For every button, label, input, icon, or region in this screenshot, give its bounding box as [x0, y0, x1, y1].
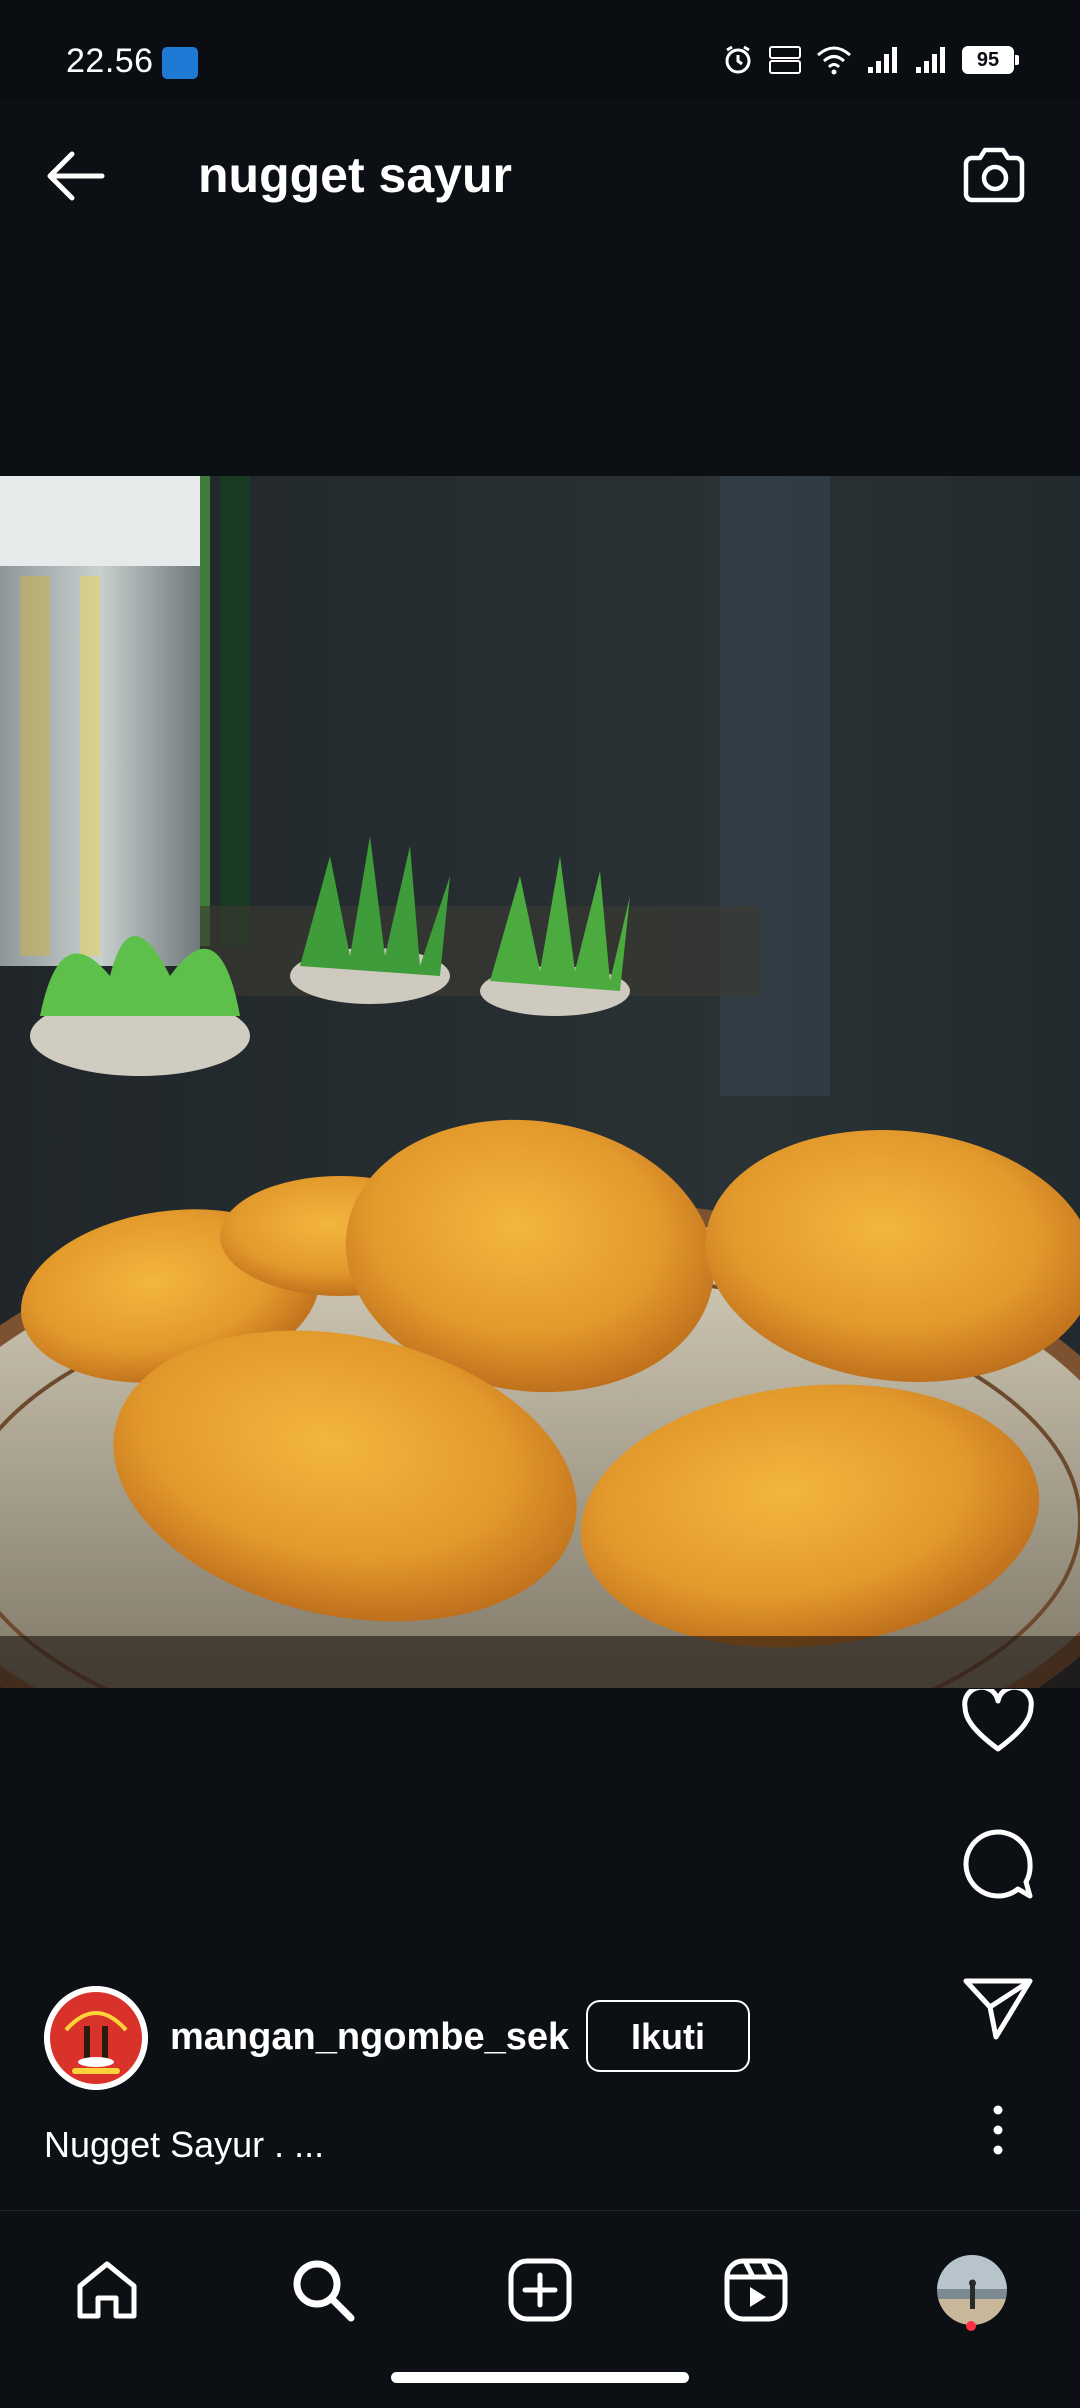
battery-icon: 95	[962, 46, 1019, 74]
comment-button[interactable]	[956, 1822, 1040, 1906]
header: nugget sayur	[0, 100, 1080, 260]
nav-create[interactable]	[497, 2247, 583, 2333]
author-logo	[44, 1986, 148, 2090]
nav-search[interactable]	[280, 2247, 366, 2333]
wifi-icon	[817, 46, 851, 75]
status-bar: 22.56 95	[0, 0, 1080, 100]
home-indicator[interactable]	[391, 2372, 689, 2383]
profile-avatar	[937, 2255, 1007, 2325]
create-icon	[508, 2258, 572, 2322]
more-vertical-icon[interactable]	[976, 2100, 1020, 2160]
app-notification-icon	[162, 47, 198, 79]
page-title: nugget sayur	[198, 147, 512, 203]
nav-home[interactable]	[64, 2247, 150, 2333]
post-caption[interactable]: Nugget Sayur . ...	[44, 2124, 324, 2166]
home-icon	[77, 2261, 137, 2319]
post-image[interactable]	[0, 476, 1080, 1688]
notification-dot	[966, 2321, 976, 2331]
follow-button[interactable]: Ikuti	[586, 2000, 750, 2072]
nugget-photo	[0, 476, 1080, 1688]
reels-icon	[724, 2258, 788, 2322]
screen: 22.56 95 nugget sayur mangan_ngombe_sek …	[0, 0, 1080, 2408]
share-button[interactable]	[956, 1966, 1040, 2050]
share-icon	[963, 1978, 1033, 2040]
search-icon	[293, 2260, 355, 2322]
like-button[interactable]	[956, 1680, 1040, 1764]
alarm-icon	[725, 45, 751, 74]
nav-profile[interactable]	[929, 2247, 1015, 2333]
arrow-left-icon[interactable]	[40, 146, 112, 206]
volte-icon	[769, 46, 801, 74]
camera-icon[interactable]	[960, 144, 1030, 208]
heart-icon	[962, 1689, 1034, 1752]
author-avatar[interactable]	[44, 1986, 148, 2090]
status-time: 22.56	[66, 42, 154, 80]
signal-icon	[916, 47, 945, 73]
comment-icon	[963, 1829, 1033, 1899]
status-icons: 95	[722, 44, 1019, 76]
nav-reels[interactable]	[713, 2247, 799, 2333]
author-username[interactable]: mangan_ngombe_sek	[170, 2016, 569, 2059]
signal-icon	[868, 47, 897, 73]
